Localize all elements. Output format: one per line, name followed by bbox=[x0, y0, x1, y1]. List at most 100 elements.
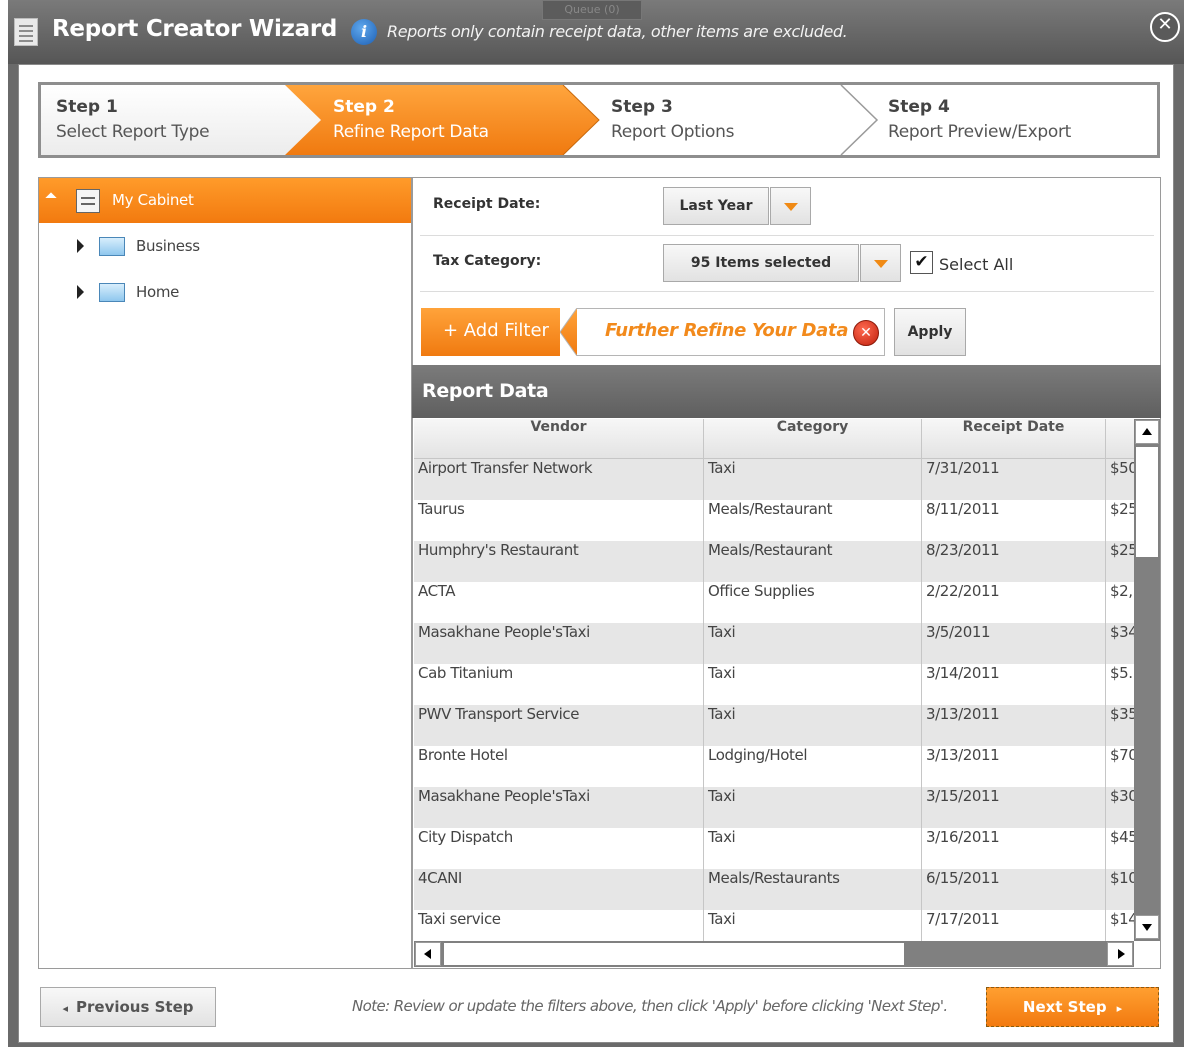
vendor-cell: Cab Titanium bbox=[414, 664, 704, 705]
receipt-date-dropdown[interactable]: Last Year bbox=[663, 187, 769, 225]
table-row[interactable]: Humphry's Restaurant Meals/Restaurant 8/23… bbox=[414, 541, 1134, 582]
info-message: Reports only contain receipt data, other… bbox=[387, 22, 848, 41]
step-2-title[interactable]: Step 2 bbox=[333, 97, 395, 117]
scroll-down-button[interactable] bbox=[1135, 915, 1159, 939]
chevron-down-icon bbox=[874, 260, 888, 268]
category-cell: Meals/Restaurant bbox=[704, 500, 922, 541]
table-row[interactable]: PWV Transport Service Taxi 3/13/2011 $35 bbox=[414, 705, 1134, 746]
table-row[interactable]: Taurus Meals/Restaurant 8/11/2011 $25 bbox=[414, 500, 1134, 541]
vertical-scroll-thumb[interactable] bbox=[1136, 447, 1158, 557]
receipt-date-cell: 3/16/2011 bbox=[922, 828, 1106, 869]
category-cell: Taxi bbox=[704, 705, 922, 746]
column-header-vendor[interactable]: Vendor bbox=[414, 419, 704, 459]
tree-item-business[interactable]: Business bbox=[136, 237, 200, 255]
report-data-title: Report Data bbox=[412, 365, 1161, 418]
step-1-label[interactable]: Select Report Type bbox=[56, 122, 210, 142]
next-step-label: Next Step bbox=[1022, 998, 1107, 1016]
collapsed-arrow-icon[interactable] bbox=[77, 239, 84, 253]
tax-category-label: Tax Category: bbox=[433, 253, 542, 269]
vendor-cell: ACTA bbox=[414, 582, 704, 623]
divider bbox=[420, 291, 1154, 292]
table-row[interactable]: Airport Transfer Network Taxi 7/31/2011 $50 bbox=[414, 459, 1134, 500]
category-cell: Lodging/Hotel bbox=[704, 746, 922, 787]
table-row[interactable]: Bronte Hotel Lodging/Hotel 3/13/2011 $70 bbox=[414, 746, 1134, 787]
column-header-amount[interactable] bbox=[1106, 419, 1134, 459]
receipt-date-cell: 3/13/2011 bbox=[922, 746, 1106, 787]
folder-icon bbox=[99, 283, 125, 302]
chevron-left-icon: ◂ bbox=[62, 1002, 68, 1015]
collapsed-arrow-icon[interactable] bbox=[77, 285, 84, 299]
select-all-label[interactable]: Select All bbox=[939, 255, 1013, 274]
wizard-steps bbox=[38, 82, 1160, 158]
arrow-up-icon bbox=[1142, 428, 1152, 435]
receipt-date-dropdown-button[interactable] bbox=[770, 187, 811, 225]
receipt-date-cell: 8/23/2011 bbox=[922, 541, 1106, 582]
receipt-date-cell: 3/15/2011 bbox=[922, 787, 1106, 828]
divider bbox=[420, 235, 1154, 236]
table-row[interactable]: City Dispatch Taxi 3/16/2011 $45 bbox=[414, 828, 1134, 869]
vendor-cell: PWV Transport Service bbox=[414, 705, 704, 746]
amount-cell: $10 bbox=[1110, 869, 1134, 887]
tree-item-home[interactable]: Home bbox=[136, 283, 179, 301]
column-header-category[interactable]: Category bbox=[704, 419, 922, 459]
vendor-cell: Masakhane People'sTaxi bbox=[414, 623, 704, 664]
category-cell: Taxi bbox=[704, 459, 922, 500]
step-2-label[interactable]: Refine Report Data bbox=[333, 122, 489, 142]
receipt-date-cell: 6/15/2011 bbox=[922, 869, 1106, 910]
tree-label-my-cabinet[interactable]: My Cabinet bbox=[112, 191, 194, 209]
next-step-button[interactable]: Next Step ▸ bbox=[986, 987, 1159, 1027]
footer-note: Note: Review or update the filters above… bbox=[352, 997, 948, 1015]
table-row[interactable]: Masakhane People'sTaxi Taxi 3/5/2011 $34 bbox=[414, 623, 1134, 664]
add-filter-button[interactable]: + Add Filter bbox=[421, 308, 577, 356]
cabinet-icon bbox=[76, 189, 100, 213]
step-1-shape[interactable] bbox=[41, 85, 321, 155]
tax-category-dropdown[interactable]: 95 Items selected bbox=[663, 244, 859, 282]
close-button[interactable]: ✕ bbox=[1150, 12, 1180, 42]
amount-cell: $50 bbox=[1110, 459, 1134, 477]
scroll-left-button[interactable] bbox=[415, 942, 441, 966]
amount-cell: $34 bbox=[1110, 623, 1134, 641]
step-divider bbox=[840, 85, 879, 155]
scroll-up-button[interactable] bbox=[1135, 420, 1159, 444]
category-cell: Taxi bbox=[704, 787, 922, 828]
table-row[interactable]: Cab Titanium Taxi 3/14/2011 $5. bbox=[414, 664, 1134, 705]
step-3-label[interactable]: Report Options bbox=[611, 122, 734, 142]
add-filter-arrow bbox=[560, 308, 578, 356]
amount-cell: $14 bbox=[1110, 910, 1134, 928]
table-row[interactable]: Taxi service Taxi 7/17/2011 $14 bbox=[414, 910, 1134, 941]
table-row[interactable]: Masakhane People'sTaxi Taxi 3/15/2011 $30 bbox=[414, 787, 1134, 828]
column-header-receipt-date[interactable]: Receipt Date bbox=[922, 419, 1106, 459]
scroll-right-button[interactable] bbox=[1107, 942, 1133, 966]
folder-icon bbox=[99, 237, 125, 256]
cabinet-tree bbox=[38, 177, 412, 969]
receipt-date-cell: 7/31/2011 bbox=[922, 459, 1106, 500]
amount-cell: $25 bbox=[1110, 541, 1134, 559]
category-cell: Taxi bbox=[704, 910, 922, 941]
category-cell: Meals/Restaurants bbox=[704, 869, 922, 910]
steps-chevrons bbox=[41, 85, 879, 155]
chevron-right-icon: ▸ bbox=[1116, 1002, 1123, 1015]
step-3-title[interactable]: Step 3 bbox=[611, 97, 673, 117]
previous-step-button[interactable]: ◂ Previous Step bbox=[40, 987, 216, 1027]
refine-text[interactable]: Further Refine Your Data bbox=[605, 320, 848, 341]
amount-cell: $2, bbox=[1110, 582, 1133, 600]
vendor-cell: Masakhane People'sTaxi bbox=[414, 787, 704, 828]
table-row[interactable]: 4CANI Meals/Restaurants 6/15/2011 $10 bbox=[414, 869, 1134, 910]
step-4-label[interactable]: Report Preview/Export bbox=[888, 122, 1071, 142]
background-tab: Queue (0) bbox=[542, 0, 642, 20]
category-cell: Office Supplies bbox=[704, 582, 922, 623]
horizontal-scroll-thumb[interactable] bbox=[444, 943, 904, 965]
apply-button[interactable]: Apply bbox=[894, 308, 966, 356]
step-4-title[interactable]: Step 4 bbox=[888, 97, 950, 117]
select-all-checkbox[interactable]: ✔ bbox=[910, 251, 933, 274]
step-2-shape[interactable] bbox=[285, 85, 599, 155]
report-icon bbox=[14, 18, 38, 46]
amount-cell: $35 bbox=[1110, 705, 1134, 723]
vendor-cell: Humphry's Restaurant bbox=[414, 541, 704, 582]
table-row[interactable]: ACTA Office Supplies 2/22/2011 $2, bbox=[414, 582, 1134, 623]
category-cell: Meals/Restaurant bbox=[704, 541, 922, 582]
tax-category-dropdown-button[interactable] bbox=[860, 244, 901, 282]
step-1-title[interactable]: Step 1 bbox=[56, 97, 118, 117]
previous-step-label: Previous Step bbox=[76, 998, 194, 1016]
clear-filter-icon[interactable]: ✕ bbox=[853, 320, 879, 346]
